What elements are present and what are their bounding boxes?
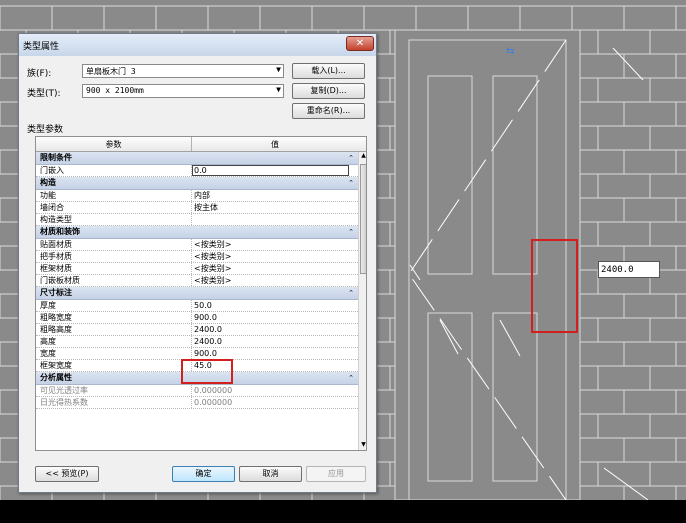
group-header-row[interactable]: 材质和装饰 ⌃ bbox=[36, 226, 358, 239]
apply-button[interactable]: 应用 bbox=[306, 466, 366, 482]
parameter-value[interactable]: <按类别> bbox=[192, 263, 231, 274]
type-properties-dialog: 类型属性 ✕ 族(F): 单扇板木门 3 ▼ 载入(L)... 类型(T): 9… bbox=[18, 33, 377, 493]
parameter-row[interactable]: 框架材质 <按类别> bbox=[36, 263, 358, 275]
rename-button[interactable]: 重命名(R)... bbox=[292, 103, 365, 119]
collapse-chevron-icon[interactable]: ⌃ bbox=[348, 226, 354, 238]
type-label: 类型(T): bbox=[27, 89, 61, 99]
scroll-down-icon[interactable]: ▼ bbox=[359, 441, 366, 450]
parameter-row[interactable]: 可见光透过率 0.000000 bbox=[36, 385, 358, 397]
dropdown-arrow-icon: ▼ bbox=[276, 65, 281, 74]
parameter-name: 框架材质 bbox=[40, 264, 72, 273]
parameter-name: 门嵌板材质 bbox=[40, 276, 80, 285]
scroll-up-icon[interactable]: ▲ bbox=[359, 152, 366, 162]
dialog-titlebar[interactable]: 类型属性 ✕ bbox=[19, 34, 376, 56]
preview-button[interactable]: << 预览(P) bbox=[35, 466, 99, 482]
parameter-row[interactable]: 门嵌板材质 <按类别> bbox=[36, 275, 358, 287]
parameter-name: 高度 bbox=[40, 337, 56, 346]
collapse-chevron-icon[interactable]: ⌃ bbox=[348, 287, 354, 299]
parameter-row[interactable]: 把手材质 <按类别> bbox=[36, 251, 358, 263]
cancel-button[interactable]: 取消 bbox=[239, 466, 302, 482]
parameter-value[interactable]: <按类别> bbox=[192, 251, 231, 262]
highlight-box-height-values bbox=[181, 359, 233, 384]
parameter-name: 功能 bbox=[40, 191, 56, 200]
dimension-input[interactable]: 2400.0 bbox=[598, 261, 660, 278]
parameter-value[interactable]: 900.0 bbox=[192, 312, 217, 323]
family-select[interactable]: 单扇板木门 3 ▼ bbox=[82, 64, 284, 78]
duplicate-button[interactable]: 复制(D)... bbox=[292, 83, 365, 99]
parameter-name: 粗略高度 bbox=[40, 325, 72, 334]
parameter-row[interactable]: 高度 2400.0 bbox=[36, 336, 358, 348]
group-name: 限制条件 bbox=[40, 153, 72, 162]
parameter-row[interactable]: 构造类型 bbox=[36, 214, 358, 226]
parameter-value[interactable]: <按类别> bbox=[192, 275, 231, 286]
parameter-row[interactable]: 粗略高度 2400.0 bbox=[36, 324, 358, 336]
family-value: 单扇板木门 3 bbox=[86, 67, 136, 76]
close-icon: ✕ bbox=[355, 38, 365, 49]
scroll-thumb[interactable] bbox=[360, 164, 366, 274]
grid-scrollbar[interactable]: ▲ ▼ bbox=[358, 152, 366, 450]
group-name: 构造 bbox=[40, 178, 56, 187]
parameter-value[interactable]: 内部 bbox=[192, 190, 210, 201]
parameter-value[interactable]: 50.0 bbox=[192, 300, 212, 311]
parameter-name: 门嵌入 bbox=[40, 166, 64, 175]
parameter-row[interactable]: 贴面材质 <按类别> bbox=[36, 239, 358, 251]
group-name: 分析属性 bbox=[40, 373, 72, 382]
grid-header: 参数 值 bbox=[36, 137, 366, 152]
parameter-name: 日光得热系数 bbox=[40, 398, 88, 407]
parameter-value[interactable]: 2400.0 bbox=[192, 336, 222, 347]
value-column-header[interactable]: 值 bbox=[192, 139, 358, 150]
dropdown-arrow-icon: ▼ bbox=[276, 85, 281, 94]
parameter-name: 墙闭合 bbox=[40, 203, 64, 212]
parameter-row[interactable]: 功能 内部 bbox=[36, 190, 358, 202]
parameter-value[interactable]: 0.000000 bbox=[192, 385, 232, 396]
group-header-row[interactable]: 构造 ⌃ bbox=[36, 177, 358, 190]
dialog-title: 类型属性 bbox=[23, 42, 60, 52]
parameter-row[interactable]: 粗略宽度 900.0 bbox=[36, 312, 358, 324]
family-label: 族(F): bbox=[27, 69, 52, 79]
parameter-name: 粗略宽度 bbox=[40, 313, 72, 322]
parameter-name: 框架宽度 bbox=[40, 361, 72, 370]
parameter-value[interactable]: 2400.0 bbox=[192, 324, 222, 335]
parameter-row[interactable]: 门嵌入 0.0 bbox=[36, 165, 358, 177]
type-select[interactable]: 900 x 2100mm ▼ bbox=[82, 84, 284, 98]
group-name: 材质和装饰 bbox=[40, 227, 80, 236]
parameters-grid[interactable]: 参数 值 限制条件 ⌃ 门嵌入 0.0 构造 ⌃ 功能 内部 墙闭合 按主体 构造类型 材质和装饰 ⌃ 贴… bbox=[35, 136, 367, 451]
status-bar bbox=[0, 500, 686, 523]
close-button[interactable]: ✕ bbox=[346, 36, 374, 51]
collapse-chevron-icon[interactable]: ⌃ bbox=[348, 177, 354, 189]
parameter-name: 把手材质 bbox=[40, 252, 72, 261]
parameter-name: 厚度 bbox=[40, 301, 56, 310]
type-parameters-label: 类型参数 bbox=[27, 125, 64, 135]
load-button[interactable]: 载入(L)... bbox=[292, 63, 365, 79]
panel-mark bbox=[603, 467, 649, 500]
parameter-value[interactable]: 900.0 bbox=[192, 348, 217, 359]
parameter-value[interactable]: <按类别> bbox=[192, 239, 231, 250]
parameter-name: 贴面材质 bbox=[40, 240, 72, 249]
parameter-value[interactable]: 0.0 bbox=[192, 165, 349, 176]
parameter-row[interactable]: 墙闭合 按主体 bbox=[36, 202, 358, 214]
type-value: 900 x 2100mm bbox=[86, 86, 144, 95]
highlight-box-door-edge bbox=[531, 239, 578, 333]
group-name: 尺寸标注 bbox=[40, 288, 72, 297]
parameter-name: 宽度 bbox=[40, 349, 56, 358]
ok-button[interactable]: 确定 bbox=[172, 466, 235, 482]
flip-arrows-icon[interactable]: ⇆ bbox=[506, 46, 514, 57]
group-header-row[interactable]: 限制条件 ⌃ bbox=[36, 152, 358, 165]
collapse-chevron-icon[interactable]: ⌃ bbox=[348, 372, 354, 384]
parameter-row[interactable]: 日光得热系数 0.000000 bbox=[36, 397, 358, 409]
param-column-header[interactable]: 参数 bbox=[36, 139, 191, 150]
group-header-row[interactable]: 尺寸标注 ⌃ bbox=[36, 287, 358, 300]
panel-mark bbox=[612, 47, 644, 81]
parameter-name: 可见光透过率 bbox=[40, 386, 88, 395]
parameter-row[interactable]: 厚度 50.0 bbox=[36, 300, 358, 312]
parameter-name: 构造类型 bbox=[40, 215, 72, 224]
parameter-value[interactable]: 0.000000 bbox=[192, 397, 232, 408]
collapse-chevron-icon[interactable]: ⌃ bbox=[348, 152, 354, 164]
parameter-value[interactable]: 按主体 bbox=[192, 202, 218, 213]
